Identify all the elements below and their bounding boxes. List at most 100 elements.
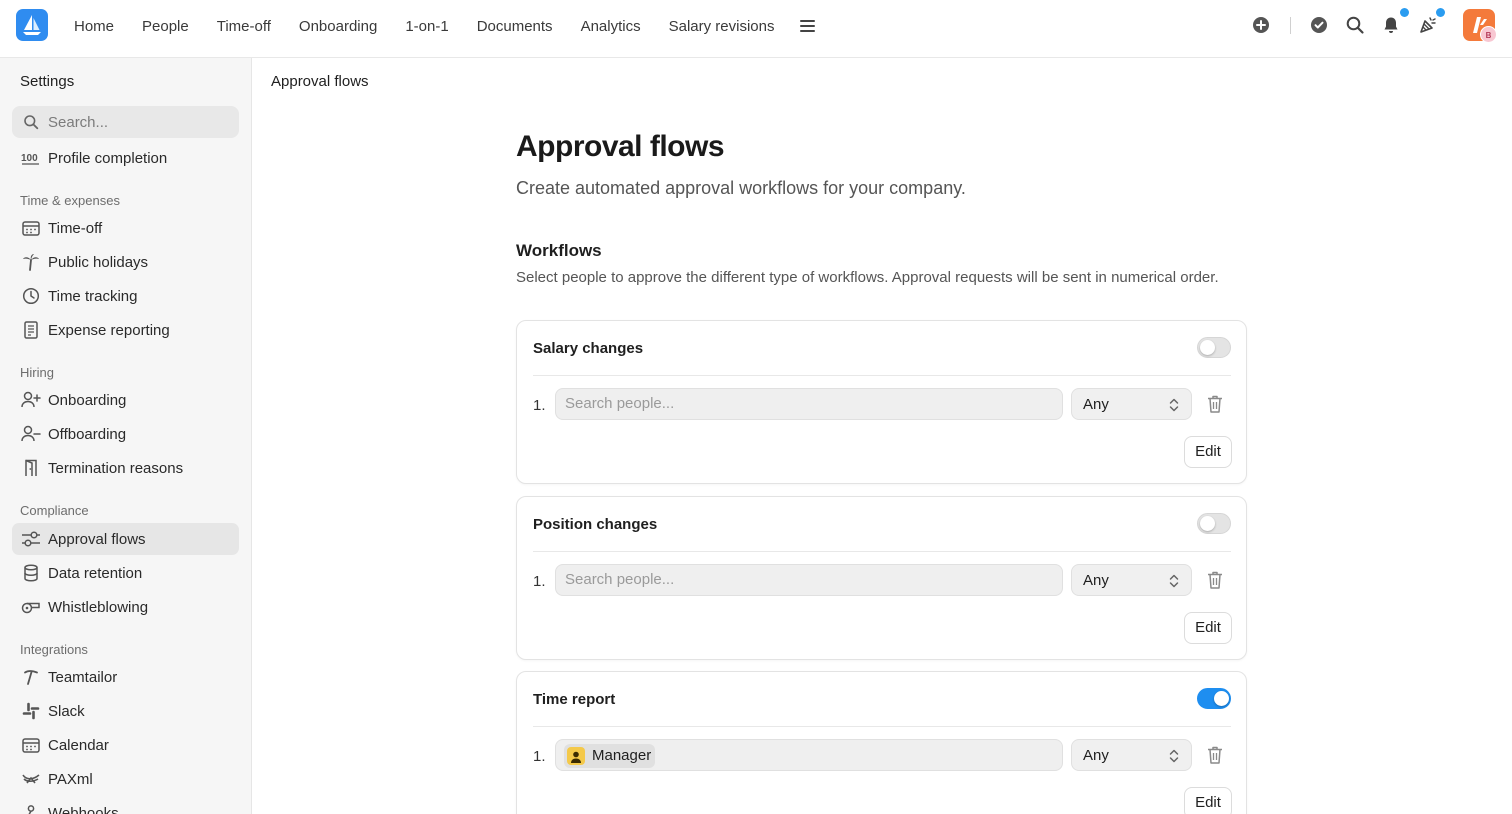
user-plus-icon [21, 390, 41, 410]
approval-mode-select[interactable]: Any [1071, 739, 1192, 771]
sidebar-item-label: Onboarding [48, 391, 127, 409]
search-icon[interactable] [1345, 15, 1365, 35]
main-nav: Home People Time-off Onboarding 1-on-1 D… [60, 0, 818, 52]
sidebar-item-label: Webhooks [48, 804, 119, 814]
sidebar-item-public-holidays[interactable]: Public holidays [12, 246, 239, 278]
sidebar-item-label: Time tracking [48, 287, 138, 305]
trash-icon[interactable] [1206, 745, 1224, 765]
svg-text:100: 100 [21, 153, 38, 164]
nav-people[interactable]: People [128, 18, 203, 35]
palm-tree-icon [21, 252, 41, 272]
sidebar-item-time-off[interactable]: Time-off [12, 212, 239, 244]
select-value: Any [1083, 747, 1109, 764]
search-placeholder: Search... [48, 114, 109, 131]
door-icon [21, 458, 41, 478]
settings-sidebar: Settings Search... 100 Profile completio… [0, 58, 252, 814]
sidebar-item-paxml[interactable]: PAXml [12, 763, 239, 795]
nav-analytics[interactable]: Analytics [567, 18, 655, 35]
nav-onboarding[interactable]: Onboarding [285, 18, 391, 35]
user-minus-icon [21, 424, 41, 444]
approver-search-input[interactable]: Search people... [555, 564, 1063, 596]
party-popper-icon[interactable] [1418, 15, 1438, 35]
nav-time-off[interactable]: Time-off [203, 18, 285, 35]
workflow-title: Time report [533, 691, 616, 708]
sidebar-item-label: Slack [48, 702, 85, 720]
select-value: Any [1083, 396, 1109, 413]
trash-icon[interactable] [1206, 394, 1224, 414]
workflow-card-time-report: Time report 1. Manager Any Edit [516, 671, 1247, 814]
announcement-dot [1436, 8, 1445, 17]
chevron-up-down-icon [1169, 398, 1179, 412]
calendar-icon [21, 735, 41, 755]
sidebar-item-webhooks[interactable]: Webhooks [12, 797, 239, 814]
nav-home[interactable]: Home [60, 18, 128, 35]
workflows-heading: Workflows [516, 241, 602, 260]
edit-button[interactable]: Edit [1184, 787, 1232, 814]
notification-dot [1400, 8, 1409, 17]
page-title: Approval flows [516, 130, 725, 163]
sidebar-item-label: Offboarding [48, 425, 127, 443]
toggle-knob [1200, 516, 1215, 531]
approver-search-input[interactable]: Manager [555, 739, 1063, 771]
approval-mode-select[interactable]: Any [1071, 388, 1192, 420]
nav-1-on-1[interactable]: 1-on-1 [391, 18, 462, 35]
sidebar-item-time-tracking[interactable]: Time tracking [12, 280, 239, 312]
sidebar-item-calendar[interactable]: Calendar [12, 729, 239, 761]
chevron-up-down-icon [1169, 749, 1179, 763]
workflows-description: Select people to approve the different t… [516, 269, 1219, 286]
nav-salary-revisions[interactable]: Salary revisions [655, 18, 789, 35]
sidebar-item-whistleblowing[interactable]: Whistleblowing [12, 591, 239, 623]
sidebar-item-approval-flows[interactable]: Approval flows [12, 523, 239, 555]
edit-button[interactable]: Edit [1184, 436, 1232, 468]
approval-mode-select[interactable]: Any [1071, 564, 1192, 596]
sidebar-item-profile-completion[interactable]: 100 Profile completion [12, 142, 239, 174]
section-hiring: Hiring [20, 365, 54, 380]
approver-chip-label: Manager [592, 747, 652, 764]
approver-chip[interactable]: Manager [564, 744, 656, 768]
paxml-icon [21, 769, 41, 789]
database-icon [21, 563, 41, 583]
sidebar-item-data-retention[interactable]: Data retention [12, 557, 239, 589]
workflow-enabled-toggle[interactable] [1197, 513, 1231, 534]
sidebar-item-teamtailor[interactable]: Teamtailor [12, 661, 239, 693]
sidebar-item-expense-reporting[interactable]: Expense reporting [12, 314, 239, 346]
sidebar-item-label: Profile completion [48, 149, 168, 167]
sidebar-item-label: Data retention [48, 564, 143, 582]
top-bar: Home People Time-off Onboarding 1-on-1 D… [0, 0, 1512, 58]
clock-icon [21, 286, 41, 306]
sidebar-search-input[interactable]: Search... [12, 106, 239, 138]
sidebar-item-label: Teamtailor [48, 668, 118, 686]
sidebar-item-slack[interactable]: Slack [12, 695, 239, 727]
sidebar-item-label: Expense reporting [48, 321, 170, 339]
sidebar-item-onboarding[interactable]: Onboarding [12, 384, 239, 416]
sidebar-item-label: Termination reasons [48, 459, 184, 477]
flow-toggles-icon [21, 529, 41, 549]
workflow-enabled-toggle[interactable] [1197, 337, 1231, 358]
card-divider [533, 726, 1231, 727]
teamtailor-icon [21, 667, 41, 687]
nav-documents[interactable]: Documents [463, 18, 567, 35]
sidebar-item-termination-reasons[interactable]: Termination reasons [12, 452, 239, 484]
slack-icon [21, 701, 41, 721]
sidebar-item-label: Calendar [48, 736, 109, 754]
section-integrations: Integrations [20, 642, 88, 657]
edit-button[interactable]: Edit [1184, 612, 1232, 644]
toolbar-divider [1290, 17, 1291, 34]
workflow-title: Position changes [533, 516, 658, 533]
check-circle-icon[interactable] [1309, 15, 1329, 35]
page-subtitle: Create automated approval workflows for … [516, 178, 966, 198]
trash-icon[interactable] [1206, 570, 1224, 590]
bell-icon[interactable] [1381, 15, 1401, 35]
add-circle-icon[interactable] [1251, 15, 1271, 35]
sidebar-item-offboarding[interactable]: Offboarding [12, 418, 239, 450]
card-divider [533, 551, 1231, 552]
person-icon [567, 747, 585, 765]
app-logo[interactable] [16, 9, 48, 41]
approver-search-input[interactable]: Search people... [555, 388, 1063, 420]
hamburger-menu-icon[interactable] [800, 19, 818, 33]
whistle-icon [21, 597, 41, 617]
sidebar-item-label: Approval flows [48, 530, 146, 548]
workflow-enabled-toggle[interactable] [1197, 688, 1231, 709]
user-avatar[interactable]: B [1463, 9, 1497, 43]
workflow-title: Salary changes [533, 340, 644, 357]
